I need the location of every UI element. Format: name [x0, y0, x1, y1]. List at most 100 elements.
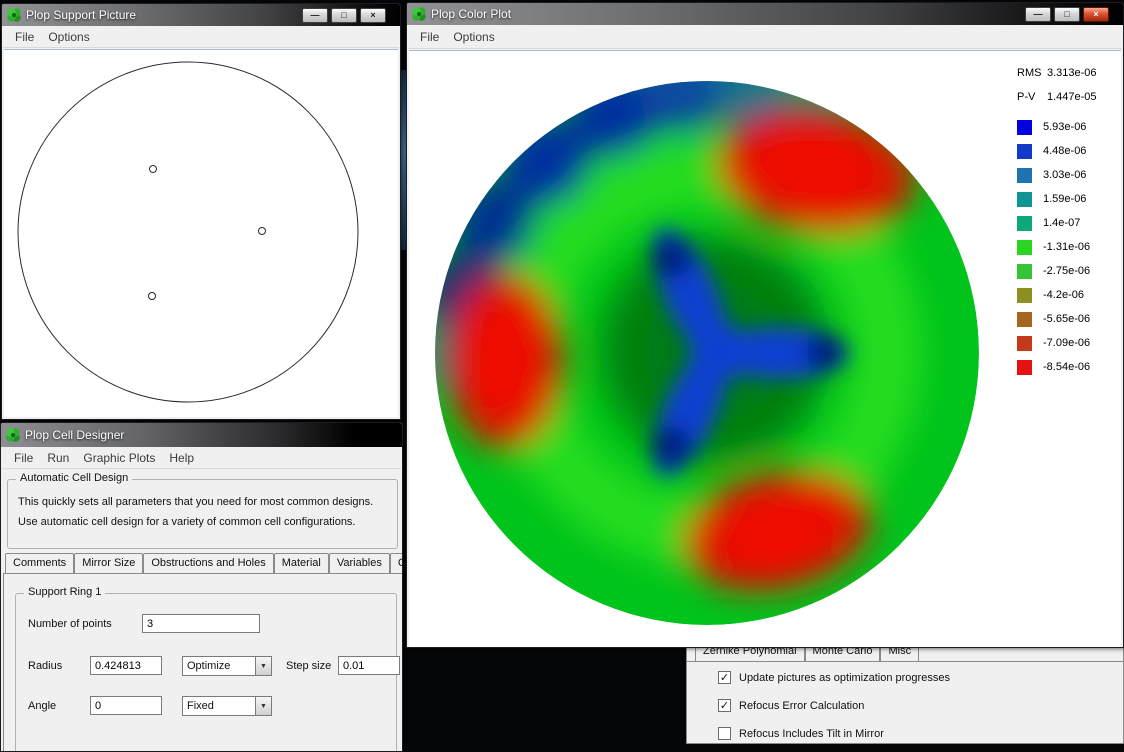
tab-material[interactable]: Material: [273, 553, 329, 573]
caption-buttons: — □ ×: [302, 7, 395, 23]
support-point: [149, 165, 157, 173]
cell-designer-tab-row: Comments Mirror Size Obstructions and Ho…: [5, 553, 402, 573]
menu-options[interactable]: Options: [41, 28, 96, 46]
step-size-input[interactable]: [338, 656, 400, 675]
mirror-outline-circle: [17, 61, 359, 403]
close-button[interactable]: ×: [360, 7, 386, 23]
menu-run[interactable]: Run: [40, 449, 76, 467]
angle-mode-value: Fixed: [187, 700, 214, 712]
minimize-button[interactable]: —: [302, 7, 328, 23]
color-scale-legend: RMS 3.313e-06 P-V 1.447e-05 5.93e-06 4.4…: [1017, 61, 1119, 379]
plop-app-icon: [6, 428, 20, 442]
number-of-points-input[interactable]: [142, 614, 260, 633]
maximize-button[interactable]: □: [331, 7, 357, 23]
menu-file[interactable]: File: [7, 449, 40, 467]
radius-input[interactable]: [90, 656, 162, 675]
menu-help[interactable]: Help: [162, 449, 201, 467]
support-ring-group: Support Ring 1 Number of points Radius O…: [15, 586, 400, 751]
legend-value: -7.09e-06: [1043, 337, 1091, 349]
legend-value: -8.54e-06: [1043, 361, 1091, 373]
legend-row: 1.59e-06: [1017, 187, 1119, 211]
legend-row: -4.2e-06: [1017, 283, 1119, 307]
window-color-plot: Plop Color Plot — □ × File Options RMS 3…: [406, 2, 1124, 648]
refocus-tilt-label[interactable]: Refocus Includes Tilt in Mirror: [739, 728, 884, 740]
tab-comments[interactable]: Comments: [5, 553, 75, 573]
legend-value: 1.4e-07: [1043, 217, 1081, 229]
legend-swatch: [1017, 191, 1032, 207]
angle-label: Angle: [28, 700, 57, 712]
plop-app-icon: [7, 8, 21, 22]
angle-mode-select[interactable]: Fixed ▼: [182, 696, 272, 716]
tab-variables[interactable]: Variables: [328, 553, 390, 573]
legend-row: -7.09e-06: [1017, 331, 1119, 355]
legend-row: 4.48e-06: [1017, 139, 1119, 163]
automatic-cell-design-label: Automatic Cell Design: [16, 472, 133, 484]
menu-file[interactable]: File: [413, 28, 446, 46]
color-plot-titlebar[interactable]: Plop Color Plot — □ ×: [407, 3, 1123, 25]
support-picture-canvas: [4, 49, 398, 417]
minimize-button[interactable]: —: [1025, 6, 1051, 22]
window-cell-designer: Plop Cell Designer File Run Graphic Plot…: [0, 422, 403, 752]
legend-row: -8.54e-06: [1017, 355, 1119, 379]
window-support-picture: Plop Support Picture — □ × File Options: [1, 3, 401, 420]
menu-graphic-plots[interactable]: Graphic Plots: [76, 449, 162, 467]
mirror-deformation-heatmap: [435, 81, 979, 625]
legend-swatch: [1017, 359, 1032, 375]
cell-designer-titlebar[interactable]: Plop Cell Designer: [1, 423, 402, 447]
refocus-tilt-row: Refocus Includes Tilt in Mirror: [718, 727, 884, 740]
maximize-button[interactable]: □: [1054, 6, 1080, 22]
desktop: { "chrome": { "minimize_glyph": "—", "ma…: [0, 0, 1124, 752]
legend-row: -1.31e-06: [1017, 235, 1119, 259]
menu-file[interactable]: File: [8, 28, 41, 46]
pv-label: P-V: [1017, 91, 1036, 103]
color-plot-menubar: File Options: [408, 25, 1122, 49]
radius-mode-value: Optimize: [187, 660, 231, 672]
support-picture-menubar: File Options: [3, 26, 399, 48]
radius-label: Radius: [28, 660, 63, 672]
menu-options[interactable]: Options: [446, 28, 501, 46]
support-picture-titlebar[interactable]: Plop Support Picture — □ ×: [2, 4, 400, 26]
auto-design-description-1: This quickly sets all parameters that yo…: [18, 496, 374, 508]
legend-swatch: [1017, 239, 1032, 255]
refocus-tilt-checkbox[interactable]: [718, 727, 731, 740]
plop-app-icon: [412, 7, 426, 21]
legend-row: 1.4e-07: [1017, 211, 1119, 235]
legend-value: 3.03e-06: [1043, 169, 1087, 181]
legend-swatch: [1017, 311, 1032, 327]
color-plot-title: Plop Color Plot: [431, 7, 512, 21]
tab-obstructions-and-holes[interactable]: Obstructions and Holes: [143, 553, 274, 573]
rms-label: RMS: [1017, 67, 1042, 79]
legend-value: 5.93e-06: [1043, 121, 1087, 133]
cell-designer-title: Plop Cell Designer: [25, 428, 125, 442]
legend-swatch: [1017, 167, 1032, 183]
refocus-error-checkbox[interactable]: ✓: [718, 699, 731, 712]
tab-cell-type[interactable]: Cell Type: [389, 553, 402, 573]
legend-value: -4.2e-06: [1043, 289, 1084, 301]
dropdown-arrow-icon: ▼: [255, 697, 271, 715]
tab-mirror-size[interactable]: Mirror Size: [74, 553, 144, 573]
legend-row: 3.03e-06: [1017, 163, 1119, 187]
legend-row: 5.93e-06: [1017, 115, 1119, 139]
legend-value: 1.59e-06: [1043, 193, 1087, 205]
legend-row: -5.65e-06: [1017, 307, 1119, 331]
radius-mode-select[interactable]: Optimize ▼: [182, 656, 272, 676]
legend-swatch: [1017, 215, 1032, 231]
update-pictures-label[interactable]: Update pictures as optimization progress…: [739, 672, 950, 684]
refocus-error-row: ✓ Refocus Error Calculation: [718, 699, 864, 712]
support-point: [258, 227, 266, 235]
rms-stat: RMS 3.313e-06: [1017, 61, 1119, 85]
number-of-points-label: Number of points: [28, 618, 112, 630]
close-button[interactable]: ×: [1083, 6, 1109, 22]
support-picture-title: Plop Support Picture: [26, 8, 137, 22]
angle-input[interactable]: [90, 696, 162, 715]
support-ring-label: Support Ring 1: [24, 586, 106, 598]
support-point: [148, 292, 156, 300]
support-layout-drawing: [17, 61, 359, 403]
caption-buttons: — □ ×: [1025, 6, 1118, 22]
legend-swatch: [1017, 335, 1032, 351]
update-pictures-checkbox[interactable]: ✓: [718, 671, 731, 684]
legend-swatch: [1017, 287, 1032, 303]
window-background-options: Zernike Polynomial Monte Carlo Misc ✓ Up…: [686, 640, 1124, 744]
step-size-label: Step size: [286, 660, 332, 672]
refocus-error-label[interactable]: Refocus Error Calculation: [739, 700, 864, 712]
